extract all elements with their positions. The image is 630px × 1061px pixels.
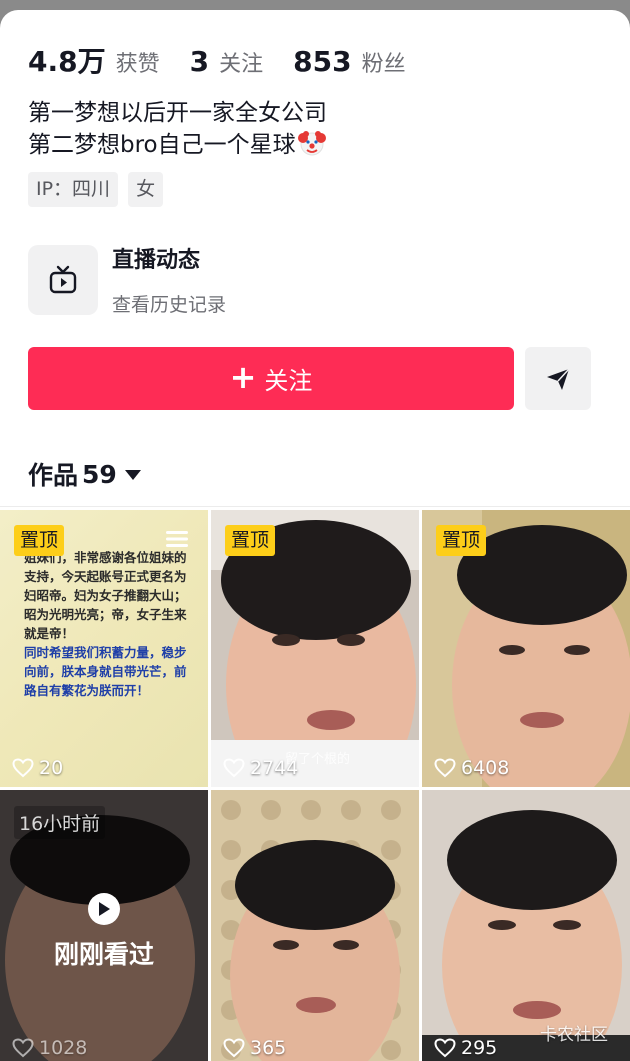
like-count: 6408	[434, 757, 509, 779]
works-label: 作品	[28, 461, 79, 490]
clown-face-icon	[297, 131, 326, 156]
video-thumbnail	[211, 790, 419, 1061]
video-tile-4[interactable]: 16小时前 刚刚看过 1028	[0, 790, 208, 1061]
video-tile-2[interactable]: 置顶 留了个根的 2744	[211, 510, 419, 787]
thumbnail-text-line-2: 同时希望我们积蓄力量，稳步向前，朕本身就自带光芒，前路自有繁花为朕而开！	[24, 645, 187, 698]
works-count: 59	[82, 459, 117, 489]
video-tile-5[interactable]: 365	[211, 790, 419, 1061]
live-history-entry[interactable]: 直播动态 查看历史记录	[28, 242, 226, 317]
like-count-value: 6408	[461, 757, 510, 779]
heart-icon	[434, 758, 456, 778]
bio-line-2: 第二梦想bro自己一个星球	[28, 129, 327, 161]
video-tile-3[interactable]: 置顶 6408	[422, 510, 630, 787]
time-badge: 16小时前	[14, 806, 106, 839]
heart-icon	[223, 758, 245, 778]
recently-watched-label: 刚刚看过	[53, 940, 154, 969]
heart-icon	[12, 1038, 34, 1058]
plus-icon: +	[229, 357, 257, 396]
follow-button[interactable]: + 关注	[28, 347, 514, 410]
like-count-value: 365	[250, 1037, 287, 1059]
play-icon	[88, 893, 120, 925]
heart-icon	[12, 758, 34, 778]
tag-row: IP：四川 女	[28, 172, 164, 207]
likes-label: 获赞	[115, 52, 160, 77]
video-tile-6[interactable]: 295 卡农社区	[422, 790, 630, 1061]
follow-label: 关注	[264, 367, 313, 395]
like-count: 365	[223, 1037, 286, 1059]
bio-line-1: 第一梦想以后开一家全女公司	[28, 100, 327, 126]
heart-icon	[223, 1038, 245, 1058]
likes-count: 4.8万	[28, 45, 106, 78]
heart-icon	[434, 1038, 456, 1058]
send-icon	[547, 367, 570, 390]
caret-down-icon	[124, 470, 141, 480]
profile-sheet: 4.8万 获赞 3 关注 853 粉丝 第一梦想以后开一家全女公司 第二梦想br…	[0, 10, 630, 1061]
share-button[interactable]	[525, 347, 591, 410]
like-count-value: 295	[461, 1037, 498, 1059]
followers-count[interactable]: 853	[293, 45, 351, 78]
like-count-value: 20	[39, 757, 64, 779]
pinned-badge: 置顶	[436, 525, 487, 556]
watermark: 卡农社区	[540, 1025, 608, 1045]
like-count: 1028	[12, 1037, 87, 1059]
thumbnail-text-line-1: 姐妹们，非常感谢各位姐妹的支持，今天起账号正式更名为妇昭帝。妇为女子推翻大山；昭…	[24, 550, 187, 641]
live-subtitle: 查看历史记录	[112, 294, 227, 316]
tv-icon	[28, 244, 98, 315]
thumbnail-text: 姐妹们，非常感谢各位姐妹的支持，今天起账号正式更名为妇昭帝。妇为女子推翻大山；昭…	[24, 548, 188, 700]
following-count[interactable]: 3	[190, 45, 209, 78]
like-count: 20	[12, 757, 63, 779]
pinned-badge: 置顶	[14, 525, 65, 556]
stats-row: 4.8万 获赞 3 关注 853 粉丝	[28, 40, 436, 80]
ip-tag: IP：四川	[28, 172, 119, 207]
like-count: 2744	[223, 757, 298, 779]
pinned-badge: 置顶	[225, 525, 276, 556]
following-label[interactable]: 关注	[219, 46, 263, 78]
works-filter[interactable]: 作品 59	[28, 456, 141, 492]
divider	[0, 506, 630, 507]
like-count-value: 2744	[250, 757, 299, 779]
bio-line-2-text: 第二梦想bro自己一个星球	[28, 132, 296, 158]
followers-label[interactable]: 粉丝	[362, 46, 406, 78]
like-count-value: 1028	[39, 1037, 88, 1059]
like-count: 295	[434, 1037, 497, 1059]
video-tile-1[interactable]: 姐妹们，非常感谢各位姐妹的支持，今天起账号正式更名为妇昭帝。妇为女子推翻大山；昭…	[0, 510, 208, 787]
live-title: 直播动态	[112, 248, 201, 273]
bio: 第一梦想以后开一家全女公司 第二梦想bro自己一个星球	[28, 98, 327, 161]
gender-tag: 女	[128, 172, 164, 207]
menu-icon	[166, 531, 188, 547]
